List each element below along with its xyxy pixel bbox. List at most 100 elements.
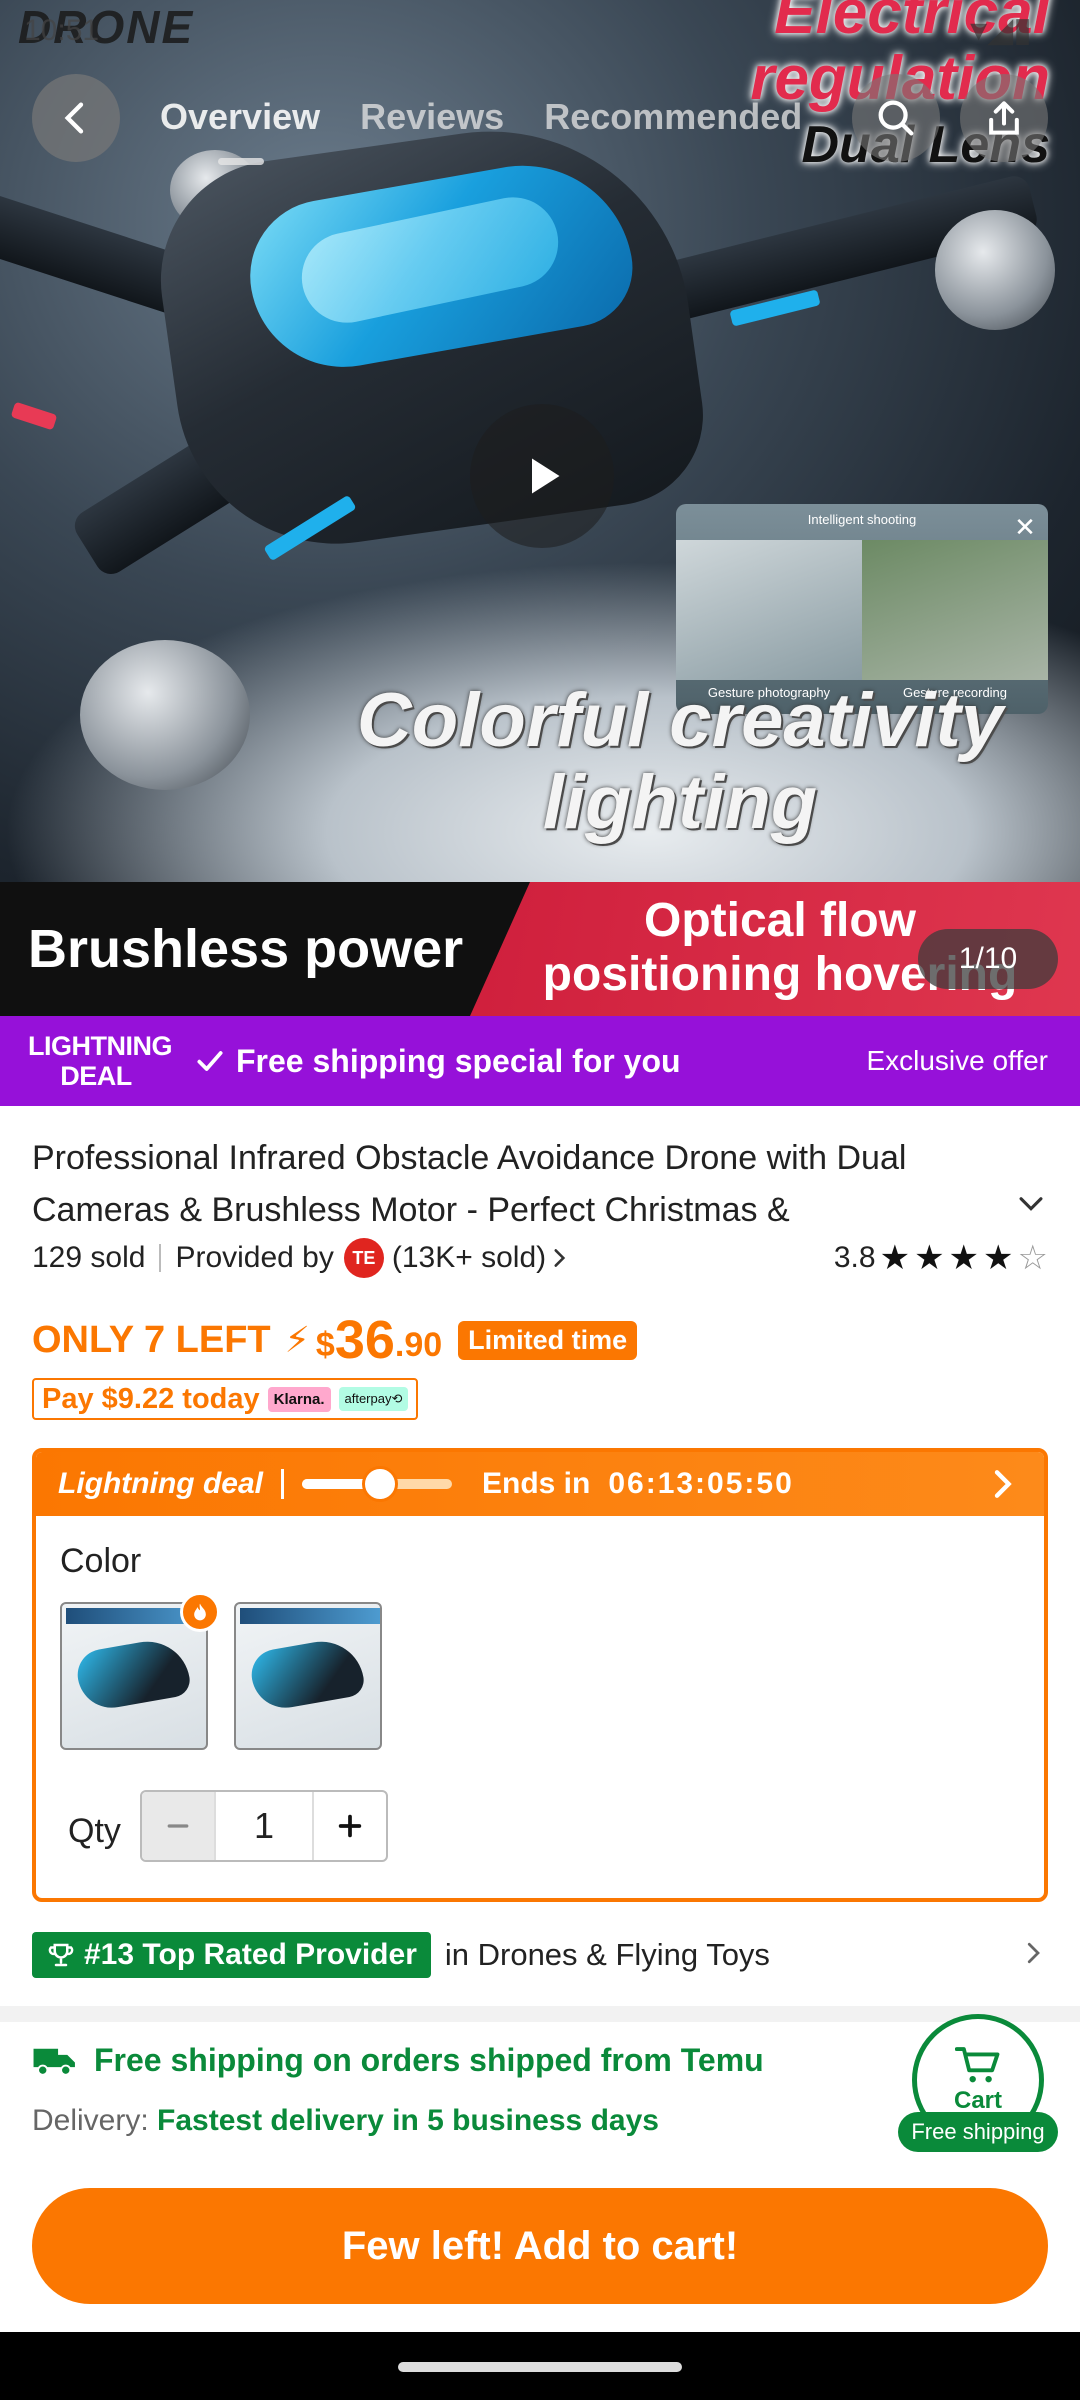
hero-banner: Brushless power Optical flow positioning… [0, 882, 1080, 1016]
countdown-timer: 06:13:05:50 [608, 1467, 794, 1500]
provided-by-label: Provided by [175, 1241, 334, 1274]
home-handle[interactable] [398, 2362, 682, 2372]
fire-icon [180, 1592, 220, 1632]
product-page: DRONE Electrical regulation Dual Lens 10… [0, 0, 1080, 2400]
minus-icon [167, 1824, 189, 1828]
delivery-info: Delivery: Fastest delivery in 5 business… [32, 2104, 659, 2138]
cart-label: Cart [953, 2087, 1002, 2114]
price-row: ONLY 7 LEFT ⚡ $ 36 .90 Limited time [32, 1308, 638, 1372]
swatch-caption [240, 1608, 380, 1624]
hero-slogan: Colorful creativity lighting [320, 680, 1040, 844]
delivery-value: Fastest delivery in 5 business days [157, 2104, 659, 2137]
play-icon [532, 458, 560, 494]
search-button[interactable] [852, 74, 940, 162]
product-meta: 129 sold Provided by TE (13K+ sold) 3.8 … [32, 1234, 1048, 1282]
deal-options-box: Lightning deal Ends in 06:13:05:50 Color… [32, 1448, 1048, 1902]
price-cents: .90 [394, 1325, 443, 1364]
clock-icon [361, 1466, 398, 1502]
banner-left-text: Brushless power [28, 919, 464, 979]
temu-logo-icon: TE [343, 1238, 384, 1278]
close-icon[interactable]: ✕ [1010, 512, 1040, 542]
free-shipping-info-text: Free shipping on orders shipped from Tem… [94, 2042, 764, 2078]
expand-title-button[interactable] [1014, 1186, 1048, 1225]
top-rated-provider-row[interactable]: #13 Top Rated Provider in Drones & Flyin… [32, 1928, 1048, 1982]
quantity-value[interactable]: 1 [214, 1792, 314, 1860]
truck-icon [33, 2048, 75, 2076]
sold-count: 129 sold [32, 1241, 146, 1274]
shipping-info[interactable]: Free shipping on orders shipped from Tem… [32, 2042, 764, 2079]
hero-slogan-line: Colorful creativity [356, 678, 1004, 763]
divider [280, 1469, 284, 1499]
product-title[interactable]: Professional Infrared Obstacle Avoidance… [32, 1132, 992, 1236]
drone-stripe [10, 401, 58, 431]
tab-reviews[interactable]: Reviews [360, 96, 504, 138]
checkmark-icon [197, 1051, 223, 1071]
provider-category: in Drones & Flying Toys [444, 1937, 770, 1972]
nav-tabs: Overview Reviews Recommended [160, 96, 802, 138]
status-icons: ▾◢▮ [970, 11, 1032, 49]
chevron-right-icon [994, 1470, 1012, 1498]
provider-arrow [1018, 1938, 1048, 1973]
lightning-deal-header[interactable]: Lightning deal Ends in 06:13:05:50 [36, 1452, 1044, 1516]
drone-rotor [935, 210, 1055, 330]
product-image-carousel[interactable]: DRONE Electrical regulation Dual Lens 10… [0, 0, 1080, 882]
trophy-icon [48, 1943, 74, 1967]
star-icon: ★ [879, 1239, 911, 1277]
stock-warning: ONLY 7 LEFT [32, 1318, 271, 1361]
qty-label: Qty [68, 1812, 121, 1850]
exclusive-offer: Exclusive offer [866, 1045, 1048, 1076]
lightning-deal-label: Lightning deal [58, 1467, 263, 1500]
thumbnail-frame [862, 540, 1048, 680]
thumbnail-caption: Intelligent shooting [807, 512, 917, 527]
color-label: Color [60, 1542, 142, 1580]
lightning-logo-line: DEAL [60, 1061, 132, 1091]
free-shipping-text: Free shipping special for you [236, 1042, 681, 1079]
chevron-right-icon [554, 1249, 566, 1267]
swatch-drone-image [247, 1634, 367, 1714]
share-button[interactable] [960, 74, 1048, 162]
share-icon [989, 101, 1019, 135]
top-rated-text: #13 Top Rated Provider [84, 1938, 417, 1971]
afterpay-logo: afterpay⟲ [338, 1387, 409, 1411]
tab-overview[interactable]: Overview [160, 96, 320, 138]
back-button[interactable] [32, 74, 120, 162]
lightning-icon: ⚡ [284, 1319, 310, 1360]
pay-later-box[interactable]: Pay $9.22 today Klarna. afterpay⟲ [32, 1378, 419, 1420]
deal-arrow [982, 1464, 1022, 1509]
divider [159, 1244, 162, 1272]
klarna-logo: Klarna. [267, 1386, 331, 1412]
search-icon [878, 100, 914, 136]
drone-rotor [80, 640, 250, 790]
plus-icon [338, 1814, 362, 1838]
play-video-button[interactable] [470, 404, 614, 548]
rating[interactable]: 3.8 ★ ★ ★ ★ ☆ [834, 1238, 1048, 1278]
star-icon: ★ [914, 1239, 945, 1277]
status-time: 10:51 [24, 14, 100, 47]
color-option-2[interactable] [234, 1602, 382, 1750]
cart-button[interactable]: Cart Free shipping [898, 2014, 1058, 2154]
flame-shape [194, 1603, 206, 1621]
increase-qty-button[interactable] [314, 1792, 386, 1860]
price-main: 36 [334, 1310, 395, 1370]
lightning-deal-bar[interactable]: LIGHTNING DEAL Free shipping special for… [0, 1016, 1080, 1106]
swatch-drone-image [73, 1634, 193, 1714]
provider-link[interactable]: Provided by TE (13K+ sold) [175, 1238, 572, 1278]
chevron-left-icon [64, 102, 84, 134]
deal-progress-bar [301, 1466, 452, 1502]
ends-in-label: Ends in [481, 1467, 591, 1500]
cart-icon [955, 2047, 1000, 2083]
hero-slogan-line: lighting [542, 760, 818, 845]
provider-sold: (13K+ sold) [391, 1241, 547, 1274]
cart-free-shipping-pill: Free shipping [898, 2112, 1058, 2152]
top-rated-badge: #13 Top Rated Provider [32, 1932, 431, 1978]
system-nav-bar [0, 2332, 1080, 2400]
limited-time-badge: Limited time [458, 1320, 638, 1360]
lightning-deal-logo: LIGHTNING DEAL [28, 1031, 173, 1091]
chevron-down-icon [1019, 1197, 1043, 1211]
star-icon: ★ [983, 1239, 1014, 1277]
tab-recommended[interactable]: Recommended [544, 96, 802, 138]
price-currency: $ [315, 1325, 335, 1364]
image-counter: 1/10 [918, 929, 1058, 989]
decrease-qty-button[interactable] [142, 1792, 214, 1860]
add-to-cart-button[interactable]: Few left! Add to cart! [32, 2188, 1048, 2304]
